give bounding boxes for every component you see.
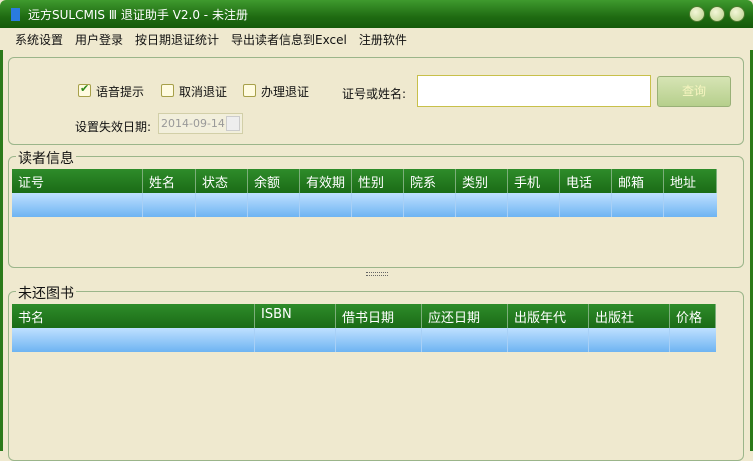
minimize-button[interactable]	[689, 6, 705, 22]
maximize-button[interactable]	[709, 6, 725, 22]
app-icon	[11, 8, 20, 21]
splitter-handle[interactable]	[366, 272, 388, 276]
expiry-date-picker[interactable]: 2014-09-14	[158, 113, 243, 134]
calendar-icon[interactable]	[226, 116, 240, 131]
query-button[interactable]: 查询	[657, 76, 731, 107]
voice-label: 语音提示	[96, 85, 145, 99]
col-balance[interactable]: 余额	[248, 169, 300, 193]
col-card-no[interactable]: 证号	[12, 169, 143, 193]
table-row[interactable]	[12, 328, 716, 352]
search-label: 证号或姓名:	[342, 87, 407, 101]
col-pub-year[interactable]: 出版年代	[508, 304, 589, 328]
search-input[interactable]	[417, 75, 651, 107]
cancel-checkbox[interactable]	[161, 84, 174, 97]
col-name[interactable]: 姓名	[143, 169, 196, 193]
books-table-header: 书名 ISBN 借书日期 应还日期 出版年代 出版社 价格	[12, 304, 716, 328]
col-dept[interactable]: 院系	[404, 169, 456, 193]
expiry-label: 设置失效日期:	[75, 120, 152, 134]
voice-checkbox[interactable]	[78, 82, 91, 97]
col-email[interactable]: 邮箱	[612, 169, 664, 193]
window-title: 远方SULCMIS Ⅲ 退证助手 V2.0 - 未注册	[28, 8, 248, 22]
expiry-date-value: 2014-09-14	[161, 117, 225, 130]
menu-user-login[interactable]: 用户登录	[69, 28, 129, 50]
col-due-date[interactable]: 应还日期	[422, 304, 508, 328]
menu-date-stats[interactable]: 按日期退证统计	[129, 28, 225, 50]
col-price[interactable]: 价格	[670, 304, 716, 328]
reader-section-title: 读者信息	[16, 148, 76, 168]
books-section-title: 未还图书	[16, 283, 76, 303]
col-phone[interactable]: 电话	[560, 169, 612, 193]
col-borrow-date[interactable]: 借书日期	[336, 304, 422, 328]
handle-checkbox[interactable]	[243, 84, 256, 97]
col-mobile[interactable]: 手机	[508, 169, 560, 193]
close-button[interactable]	[729, 6, 745, 22]
handle-label: 办理退证	[261, 85, 310, 99]
col-address[interactable]: 地址	[664, 169, 717, 193]
col-isbn[interactable]: ISBN	[255, 304, 336, 328]
menu-bar: 系统设置 用户登录 按日期退证统计 导出读者信息到Excel 注册软件	[0, 28, 753, 50]
col-type[interactable]: 类别	[456, 169, 508, 193]
table-row[interactable]	[12, 193, 717, 217]
menu-export-excel[interactable]: 导出读者信息到Excel	[225, 28, 353, 50]
reader-table-header: 证号 姓名 状态 余额 有效期 性别 院系 类别 手机 电话 邮箱 地址	[12, 169, 717, 193]
menu-system-settings[interactable]: 系统设置	[9, 28, 69, 50]
menu-register[interactable]: 注册软件	[353, 28, 413, 50]
col-title[interactable]: 书名	[12, 304, 255, 328]
title-bar: 远方SULCMIS Ⅲ 退证助手 V2.0 - 未注册	[0, 0, 753, 28]
col-status[interactable]: 状态	[196, 169, 248, 193]
cancel-label: 取消退证	[179, 85, 228, 99]
col-valid[interactable]: 有效期	[300, 169, 352, 193]
col-publisher[interactable]: 出版社	[589, 304, 670, 328]
col-gender[interactable]: 性别	[352, 169, 404, 193]
